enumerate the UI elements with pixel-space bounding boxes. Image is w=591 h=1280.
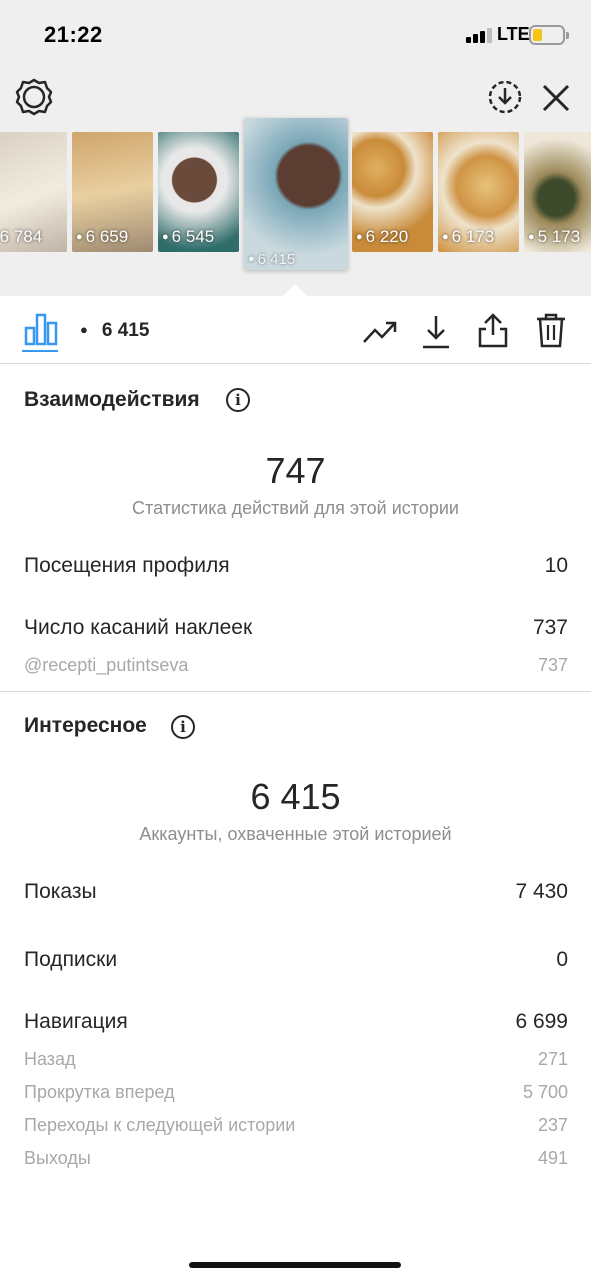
story-thumbnail[interactable]: 6 545 bbox=[158, 132, 239, 252]
section-divider bbox=[0, 691, 591, 692]
stat-value: 6 699 bbox=[515, 1010, 568, 1033]
signal-icon bbox=[466, 27, 494, 43]
stat-row-forward: Прокрутка вперед 5 700 bbox=[24, 1082, 568, 1108]
stat-label: Показы bbox=[24, 880, 97, 903]
stat-label: Навигация bbox=[24, 1010, 128, 1033]
toolbar-views-count: 6 415 bbox=[101, 320, 150, 341]
toolbar-views: ● 6 415 bbox=[80, 320, 149, 342]
stat-label: Назад bbox=[24, 1049, 76, 1069]
story-thumbnail-strip: 6 784 6 659 6 545 6 415 6 220 6 173 5 17… bbox=[0, 118, 591, 278]
stat-label: Выходы bbox=[24, 1148, 91, 1168]
stat-value: 491 bbox=[537, 1148, 568, 1168]
stat-label: Посещения профиля bbox=[24, 554, 230, 577]
story-thumbnail[interactable]: 6 784 bbox=[0, 132, 67, 252]
story-thumbnail[interactable]: 6 173 bbox=[438, 132, 519, 252]
stat-value: 271 bbox=[537, 1049, 568, 1069]
story-preview-area: 21:22 LTE 6 784 bbox=[0, 0, 591, 296]
thumbnail-views: 6 415 bbox=[248, 251, 296, 268]
download-circle-icon[interactable] bbox=[487, 79, 523, 115]
stat-row-navigation: Навигация 6 699 bbox=[24, 1010, 568, 1036]
stat-row-back: Назад 271 bbox=[24, 1049, 568, 1075]
stat-value: 737 bbox=[537, 655, 568, 675]
stat-label: @recepti_putintseva bbox=[24, 655, 189, 675]
battery-icon bbox=[529, 25, 569, 45]
thumbnail-views: 6 784 bbox=[0, 227, 42, 247]
stat-row-impressions: Показы 7 430 bbox=[24, 880, 568, 906]
story-thumbnail[interactable]: 6 220 bbox=[352, 132, 433, 252]
story-thumbnail[interactable]: 5 173 bbox=[524, 132, 591, 252]
thumbnail-image bbox=[244, 118, 348, 270]
interactions-info-icon[interactable]: i bbox=[226, 388, 250, 412]
share-icon[interactable] bbox=[477, 312, 509, 348]
stat-value: 0 bbox=[556, 948, 568, 971]
active-tab-indicator bbox=[22, 350, 58, 352]
thumbnail-views: 6 220 bbox=[356, 227, 409, 247]
insights-toolbar: ● 6 415 bbox=[0, 296, 591, 364]
stat-value: 737 bbox=[532, 616, 568, 639]
stat-value: 5 700 bbox=[522, 1082, 568, 1102]
discovery-caption: Аккаунты, охваченные этой историей bbox=[139, 824, 452, 844]
stat-label: Подписки bbox=[24, 948, 118, 971]
thumbnail-views: 6 659 bbox=[76, 227, 129, 247]
stat-row-profile-visits: Посещения профиля 10 bbox=[24, 554, 568, 580]
download-icon[interactable] bbox=[421, 314, 451, 350]
stat-value: 10 bbox=[544, 554, 568, 577]
thumbnail-views: 6 545 bbox=[162, 227, 215, 247]
stat-row-mention-sticker: @recepti_putintseva 737 bbox=[24, 655, 568, 681]
story-thumbnail-selected[interactable]: 6 415 bbox=[244, 118, 348, 270]
stat-row-follows: Подписки 0 bbox=[24, 948, 568, 974]
stat-row-sticker-taps: Число касаний наклеек 737 bbox=[24, 616, 568, 642]
stat-label: Прокрутка вперед bbox=[24, 1082, 175, 1102]
home-indicator[interactable] bbox=[189, 1262, 401, 1268]
close-icon[interactable] bbox=[540, 82, 572, 114]
stat-value: 237 bbox=[537, 1115, 568, 1135]
thumbnail-views: 6 173 bbox=[442, 227, 495, 247]
stat-row-next-story: Переходы к следующей истории 237 bbox=[24, 1115, 568, 1141]
status-bar: 21:22 LTE bbox=[0, 0, 591, 70]
settings-gear-icon[interactable] bbox=[15, 78, 53, 116]
discovery-info-icon[interactable]: i bbox=[171, 715, 195, 739]
stat-label: Переходы к следующей истории bbox=[24, 1115, 296, 1135]
thumbnail-views: 5 173 bbox=[528, 227, 581, 247]
status-time: 21:22 bbox=[44, 22, 103, 47]
stat-row-exits: Выходы 491 bbox=[24, 1148, 568, 1174]
network-type: LTE bbox=[497, 24, 530, 44]
stat-value: 7 430 bbox=[515, 880, 568, 903]
interactions-total: 747 bbox=[265, 450, 326, 491]
stat-label: Число касаний наклеек bbox=[24, 616, 253, 639]
trash-icon[interactable] bbox=[535, 312, 567, 348]
story-thumbnail[interactable]: 6 659 bbox=[72, 132, 153, 252]
eye-icon: ● bbox=[80, 322, 88, 337]
interactions-title: Взаимодействия bbox=[24, 388, 200, 411]
trending-up-icon[interactable] bbox=[362, 316, 398, 346]
interactions-caption: Статистика действий для этой истории bbox=[132, 498, 459, 518]
selected-story-caret bbox=[283, 284, 307, 296]
bar-chart-icon[interactable] bbox=[24, 312, 58, 346]
discovery-total: 6 415 bbox=[250, 776, 341, 817]
discovery-title: Интересное bbox=[24, 714, 147, 737]
